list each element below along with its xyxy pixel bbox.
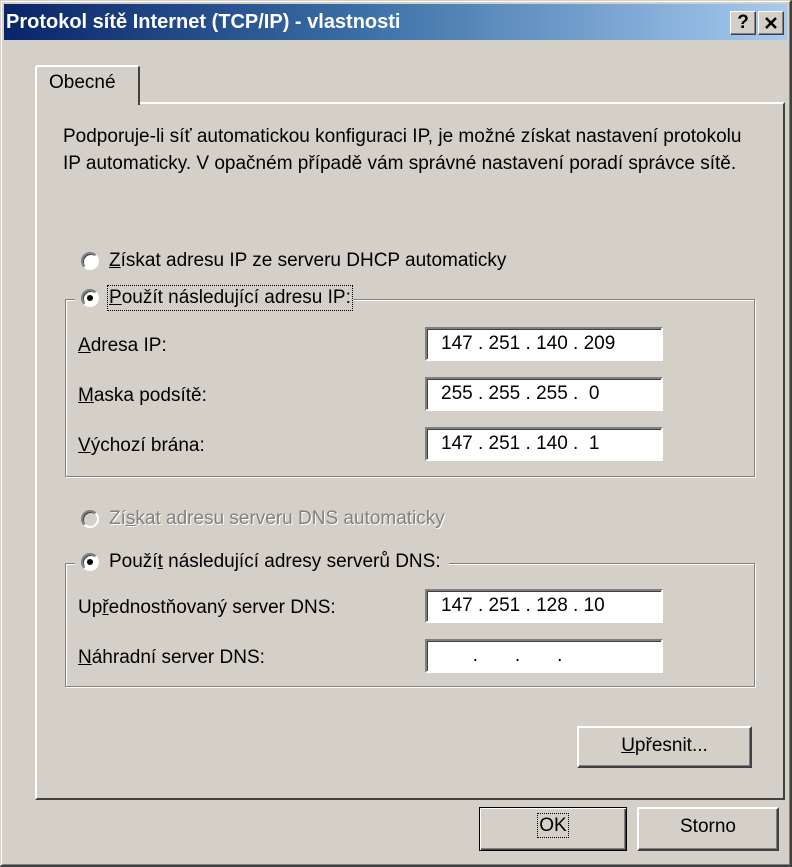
- title-bar: Protokol sítě Internet (TCP/IP) - vlastn…: [4, 4, 787, 40]
- ip-address-input[interactable]: 147 . 251 . 140 . 209: [425, 327, 663, 361]
- subnet-mask-label: Maska podsítě:: [78, 385, 207, 406]
- subnet-mask-input[interactable]: 255 . 255 . 255 . 0: [425, 377, 663, 411]
- default-gateway-input[interactable]: 147 . 251 . 140 . 1: [425, 427, 663, 461]
- alternate-dns-input[interactable]: . . .: [425, 639, 663, 673]
- preferred-dns-label: Upřednostňovaný server DNS:: [78, 597, 336, 618]
- preferred-dns-input[interactable]: 147 . 251 . 128 . 10: [425, 589, 663, 623]
- radio-auto-dns-label: Získat adresu serveru DNS automaticky: [109, 508, 445, 529]
- radio-auto-dns: Získat adresu serveru DNS automaticky: [81, 508, 448, 530]
- radio-auto-ip-button[interactable]: [81, 252, 99, 270]
- default-gateway-label: Výchozí brána:: [78, 435, 205, 456]
- radio-manual-dns[interactable]: Použít následující adresy serverů DNS:: [75, 551, 449, 573]
- ok-button[interactable]: OK: [479, 807, 627, 851]
- properties-dialog: Protokol sítě Internet (TCP/IP) - vlastn…: [0, 0, 792, 867]
- radio-manual-ip-label: Použít následující adresu IP:: [107, 285, 353, 311]
- radio-auto-ip-label: Získat adresu IP ze serveru DHCP automat…: [109, 250, 507, 271]
- close-icon: [764, 14, 778, 35]
- help-button[interactable]: ?: [730, 11, 756, 35]
- ok-button-label: OK: [537, 813, 569, 838]
- radio-auto-ip[interactable]: Získat adresu IP ze serveru DHCP automat…: [81, 250, 510, 272]
- window-title: Protokol sítě Internet (TCP/IP) - vlastn…: [6, 11, 401, 33]
- radio-manual-ip-button[interactable]: [81, 289, 99, 307]
- advanced-button[interactable]: Upřesnit...: [577, 726, 752, 768]
- close-button[interactable]: [758, 11, 784, 35]
- alternate-dns-label: Náhradní server DNS:: [78, 647, 265, 668]
- ip-address-label: Adresa IP:: [78, 335, 167, 356]
- radio-manual-dns-label: Použít následující adresy serverů DNS:: [109, 551, 441, 572]
- cancel-button[interactable]: Storno: [637, 807, 779, 851]
- description-text: Podporuje-li síť automatickou konfigurac…: [63, 126, 742, 174]
- radio-manual-dns-button[interactable]: [81, 553, 99, 571]
- tab-general[interactable]: Obecné: [35, 65, 140, 105]
- radio-auto-dns-button: [81, 510, 99, 528]
- radio-manual-ip[interactable]: Použít následující adresu IP:: [75, 285, 354, 311]
